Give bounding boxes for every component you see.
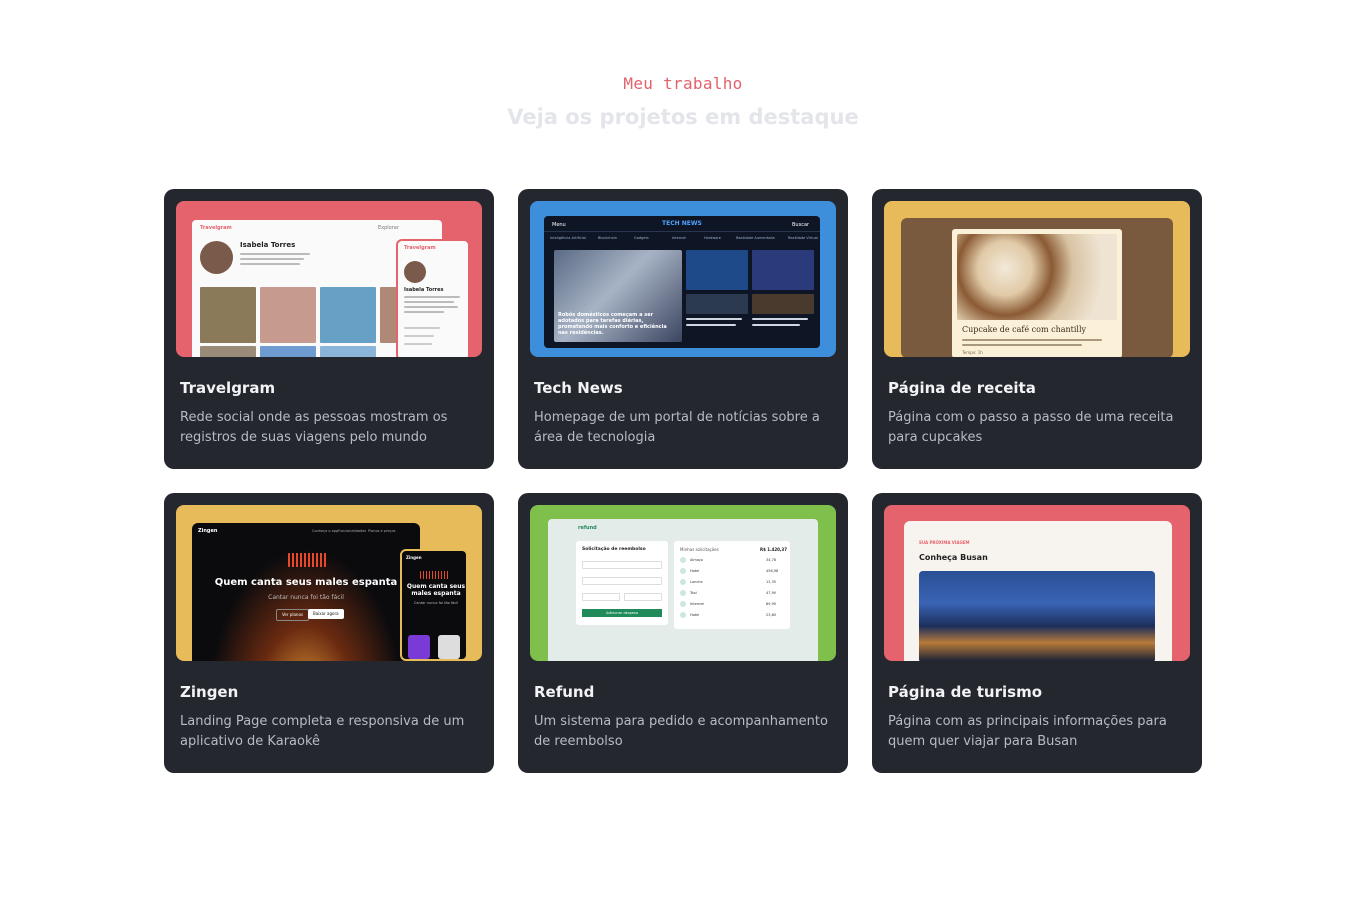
preview-nav-item: Funcionalidades (338, 529, 367, 533)
project-title: Zingen (180, 683, 239, 701)
preview-nav-item: Hardware (704, 236, 721, 240)
project-description: Página com o passo a passo de uma receit… (888, 410, 1174, 445)
preview-menu: Menu (552, 222, 566, 228)
avatar (200, 241, 233, 274)
preview-mobile-brand: Travelgram (404, 245, 436, 251)
preview-mobile-subtitle: Cantar nunca foi tão fácil (413, 601, 459, 605)
refund-row-icon (680, 612, 686, 618)
section-title: Veja os projetos em destaque (507, 105, 859, 129)
preview-meta: Tempo: 1h (962, 350, 983, 355)
preview-form-title: Solicitação de reembolso (582, 547, 646, 552)
project-description: Página com as principais informações par… (888, 714, 1167, 749)
preview-nav-item: Conheça o app (312, 529, 339, 533)
preview-mobile-brand: Zingen (406, 555, 422, 560)
refund-row-value: 23,80 (766, 613, 777, 617)
preview-add-button: Adicionar despesa (582, 609, 662, 617)
refund-row-value: 34,78 (766, 558, 777, 562)
project-card-zingen[interactable]: Zingen Conheça o app Funcionalidades Pla… (164, 493, 494, 773)
preview-profile-name: Isabela Torres (240, 241, 296, 249)
preview-headline: Quem canta seus males espanta (214, 577, 398, 588)
preview-total: R$ 1.420,37 (760, 547, 787, 552)
refund-row-name: Internet (690, 602, 704, 606)
preview-brand: TECH NEWS (662, 220, 702, 227)
preview-nav: Explorar (378, 225, 399, 231)
project-title: Tech News (534, 379, 623, 397)
preview-nav-item: Internet (672, 236, 686, 240)
preview-recipe-title: Cupcake de café com chantilly (962, 325, 1087, 334)
preview-list-title: Minhas solicitações (680, 547, 719, 552)
project-description: Um sistema para pedido e acompanhamento … (534, 714, 828, 749)
refund-row-name: Almoço (690, 558, 703, 562)
refund-row-value: 12,35 (766, 580, 777, 584)
project-thumbnail: SUA PRÓXIMA VIAGEM Conheça Busan (884, 505, 1190, 661)
refund-row-name: Lanche (690, 580, 703, 584)
refund-row-name: Hotel (690, 569, 700, 573)
preview-download-button: Baixar agora (308, 609, 344, 619)
preview-kicker: SUA PRÓXIMA VIAGEM (919, 540, 970, 545)
project-description: Rede social onde as pessoas mostram os r… (180, 410, 448, 445)
refund-row-icon (680, 590, 686, 596)
project-title: Página de turismo (888, 683, 1042, 701)
project-thumbnail: refund Solicitação de reembolso Adiciona… (530, 505, 836, 661)
project-thumbnail: Menu TECH NEWS Buscar Inteligência Artif… (530, 201, 836, 357)
refund-row-icon (680, 601, 686, 607)
preview-nav-item: Realidade Virtual (788, 236, 818, 240)
refund-row-value: 456,98 (766, 569, 779, 573)
preview-brand: Travelgram (200, 225, 232, 231)
project-card-tech-news[interactable]: Menu TECH NEWS Buscar Inteligência Artif… (518, 189, 848, 469)
project-card-tourism[interactable]: SUA PRÓXIMA VIAGEM Conheça Busan Página … (872, 493, 1202, 773)
refund-row-name: Táxi (690, 591, 697, 595)
project-card-travelgram[interactable]: Travelgram Explorar Isabela Torres Trave… (164, 189, 494, 469)
refund-row-icon (680, 579, 686, 585)
project-thumbnail: Cupcake de café com chantilly Tempo: 1h (884, 201, 1190, 357)
refund-row-icon (680, 568, 686, 574)
preview-nav-item: Planos e preços (368, 529, 396, 533)
preview-nav-item: Inteligência Artificial (550, 236, 586, 240)
preview-nav-item: Gadgets (634, 236, 649, 240)
preview-subtitle: Cantar nunca foi tão fácil (268, 594, 344, 601)
project-title: Refund (534, 683, 595, 701)
refund-row-value: 89,90 (766, 602, 777, 606)
preview-title: Conheça Busan (919, 553, 988, 562)
project-title: Travelgram (180, 379, 276, 397)
project-thumbnail: Zingen Conheça o app Funcionalidades Pla… (176, 505, 482, 661)
project-title: Página de receita (888, 379, 1036, 397)
preview-plans-button: Ver planos (276, 609, 309, 621)
section-kicker: Meu trabalho (623, 74, 743, 93)
preview-nav-item: Realidade Aumentada (736, 236, 775, 240)
refund-row-icon (680, 557, 686, 563)
projects-grid: Travelgram Explorar Isabela Torres Trave… (164, 189, 1202, 773)
project-card-refund[interactable]: refund Solicitação de reembolso Adiciona… (518, 493, 848, 773)
project-description: Homepage de um portal de notícias sobre … (534, 410, 820, 445)
project-thumbnail: Travelgram Explorar Isabela Torres Trave… (176, 201, 482, 357)
project-card-recipe[interactable]: Cupcake de café com chantilly Tempo: 1h … (872, 189, 1202, 469)
preview-headline: Robôs domésticos começam a ser adotados … (558, 312, 667, 336)
preview-brand: refund (578, 525, 597, 531)
refund-row-name: Hotel (690, 613, 700, 617)
preview-mobile-name: Isabela Torres (404, 287, 444, 293)
preview-search: Buscar (792, 222, 810, 228)
refund-row-value: 47,90 (766, 591, 777, 595)
project-description: Landing Page completa e responsiva de um… (180, 714, 465, 749)
preview-brand: Zingen (198, 528, 218, 534)
preview-nav-item: Blockchain (598, 236, 617, 240)
preview-mobile-headline: Quem canta seus males espanta (406, 583, 466, 597)
